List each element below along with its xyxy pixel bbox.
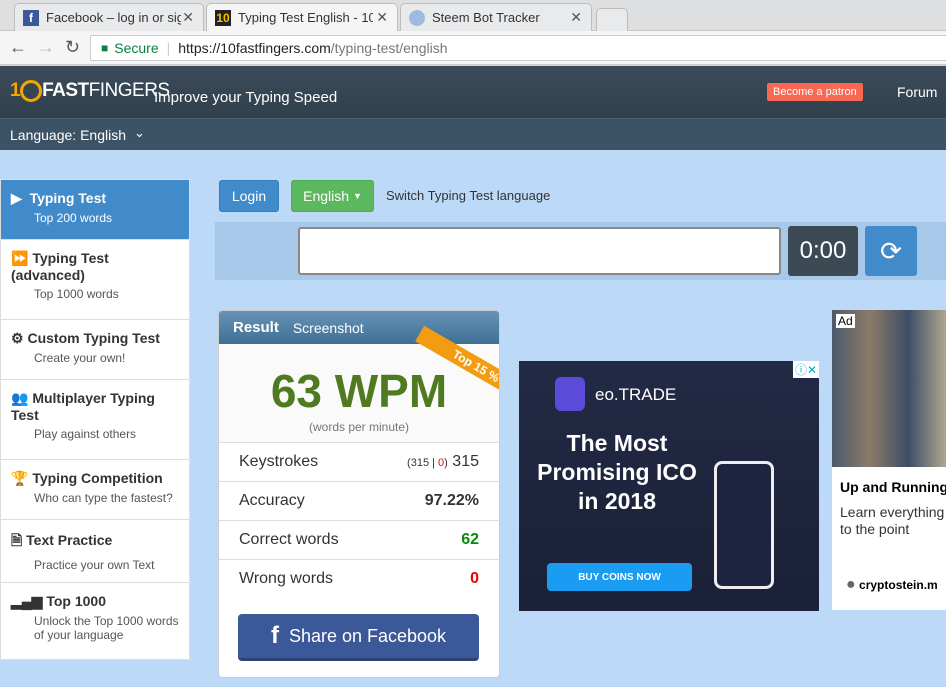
keystrokes-row: Keystrokes (315 | 0) 315 bbox=[219, 442, 499, 481]
document-icon: 🗎 bbox=[11, 532, 23, 548]
sidebar-item-multiplayer[interactable]: 👥 Multiplayer Typing Test Play against ot… bbox=[1, 380, 189, 460]
sidebar-item-top1000[interactable]: ▂▄▆ Top 1000 Unlock the Top 1000 words of… bbox=[1, 583, 189, 659]
signal-icon: ▂▄▆ bbox=[11, 593, 43, 609]
forum-link[interactable]: Forum bbox=[897, 84, 937, 100]
sidebar-item-advanced[interactable]: ⏩ Typing Test (advanced) Top 1000 words bbox=[1, 240, 189, 320]
url-input[interactable]: ■ Secure | https://10fastfingers.com/typ… bbox=[90, 35, 946, 61]
wrong-words-row: Wrong words 0 bbox=[219, 559, 499, 598]
sidebar-item-custom[interactable]: ⚙ Custom Typing Test Create your own! bbox=[1, 320, 189, 380]
facebook-icon: f bbox=[23, 9, 39, 26]
address-bar-row: ← → ↻ ■ Secure | https://10fastfingers.c… bbox=[0, 31, 946, 65]
language-select-button[interactable]: English ▼ bbox=[291, 180, 374, 212]
close-icon[interactable]: ✕ bbox=[570, 9, 582, 26]
tab-screenshot[interactable]: Screenshot bbox=[293, 320, 364, 336]
buy-coins-button[interactable]: BUY COINS NOW bbox=[547, 563, 692, 591]
close-icon[interactable]: ✕ bbox=[376, 9, 388, 26]
sidebar-item-competition[interactable]: 🏆 Typing Competition Who can type the fas… bbox=[1, 460, 189, 520]
users-icon: 👥 bbox=[11, 390, 29, 406]
typing-area: 0:00 ⟳ bbox=[215, 222, 946, 280]
ad-image bbox=[832, 310, 946, 467]
reload-button[interactable]: ⟳ bbox=[865, 226, 917, 276]
ad-headline: The Most Promising ICO in 2018 bbox=[537, 430, 697, 514]
forward-icon[interactable]: → bbox=[37, 37, 55, 58]
globe-icon: ● bbox=[846, 576, 856, 593]
sidebar-item-typing-test[interactable]: ▶ Typing Test Top 200 words bbox=[1, 180, 189, 240]
play-icon: ▶ bbox=[11, 190, 22, 206]
share-facebook-button[interactable]: f Share on Facebook bbox=[238, 614, 479, 661]
sidebar-item-text-practice[interactable]: 🗎 Text Practice Practice your own Text bbox=[1, 520, 189, 583]
10fastfingers-icon: 10 bbox=[215, 9, 231, 26]
ad-info-icon[interactable]: ⓘ✕ bbox=[792, 361, 819, 378]
robot-icon bbox=[409, 9, 425, 26]
ad-cryptostein[interactable]: Ad Up and Running with A to Z Learn ever… bbox=[832, 310, 946, 610]
caret-down-icon: ▼ bbox=[352, 191, 362, 201]
timer: 0:00 bbox=[788, 226, 858, 276]
wpm-caption: (words per minute) bbox=[308, 420, 410, 434]
correct-words-row: Correct words 62 bbox=[219, 520, 499, 559]
phone-image bbox=[714, 461, 774, 589]
trophy-icon: 🏆 bbox=[11, 470, 29, 486]
lock-icon: ■ bbox=[101, 41, 109, 55]
tab-typing-test[interactable]: 10 Typing Test English - 10F ✕ bbox=[206, 3, 398, 31]
ad-badge: Ad bbox=[836, 314, 855, 328]
tagline: Improve your Typing Speed bbox=[154, 89, 338, 106]
fast-forward-icon: ⏩ bbox=[11, 250, 29, 266]
tab-bar: f Facebook – log in or sign ✕ 10 Typing Tes… bbox=[0, 0, 946, 31]
tab-result[interactable]: Result bbox=[233, 319, 279, 336]
login-button[interactable]: Login bbox=[219, 180, 279, 212]
tab-facebook[interactable]: f Facebook – log in or sign ✕ bbox=[14, 3, 204, 31]
typing-input[interactable] bbox=[298, 227, 781, 275]
switch-language-text: Switch Typing Test language bbox=[386, 188, 551, 203]
become-patron-button[interactable]: Become a patron bbox=[767, 83, 863, 101]
new-tab-button[interactable] bbox=[596, 8, 628, 31]
ad-eotrade[interactable]: ⓘ✕ eo.TRADE The Most Promising ICO in 20… bbox=[519, 361, 819, 611]
chevron-down-icon[interactable]: ⌄ bbox=[134, 125, 145, 141]
reload-icon[interactable]: ↻ bbox=[65, 37, 80, 58]
language-dropdown[interactable]: Language: English bbox=[10, 127, 126, 143]
eotrade-logo bbox=[555, 377, 585, 411]
facebook-icon: f bbox=[270, 622, 279, 649]
logo[interactable]: 1 FASTFINGERS bbox=[10, 80, 170, 102]
refresh-icon: ⟳ bbox=[880, 235, 902, 266]
tab-steem-bot[interactable]: Steem Bot Tracker ✕ bbox=[400, 3, 592, 31]
accuracy-row: Accuracy 97.22% bbox=[219, 481, 499, 520]
close-icon[interactable]: ✕ bbox=[182, 9, 194, 26]
sidebar: ▶ Typing Test Top 200 words ⏩ Typing Test… bbox=[0, 179, 190, 660]
back-icon[interactable]: ← bbox=[9, 37, 27, 58]
result-panel: Result Screenshot Top 15 % 63 WPM (words … bbox=[218, 310, 500, 678]
language-bar: Language: English ⌄ bbox=[0, 118, 946, 150]
gears-icon: ⚙ bbox=[11, 330, 24, 346]
site-header: 1 FASTFINGERS Improve your Typing Speed B… bbox=[0, 66, 946, 150]
